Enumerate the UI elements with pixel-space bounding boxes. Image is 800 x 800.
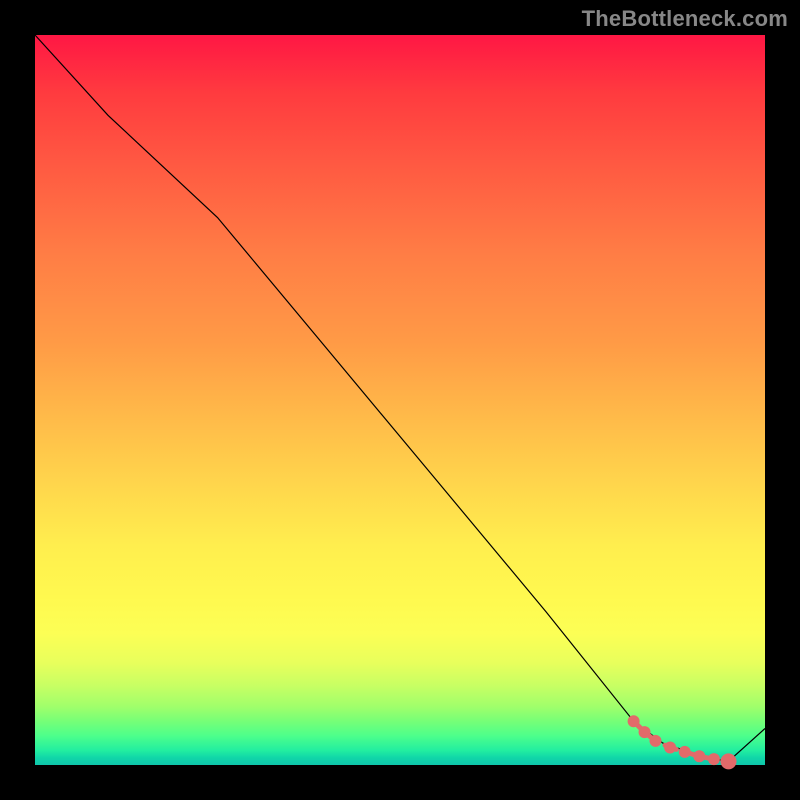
highlight-dot: [708, 753, 720, 765]
highlight-dot: [693, 750, 705, 762]
highlight-dot: [650, 735, 662, 747]
highlight-dot: [664, 741, 676, 753]
chart-overlay-svg: [35, 35, 765, 765]
primary-curve: [35, 35, 765, 761]
highlight-dot: [679, 746, 691, 758]
highlight-dot: [628, 715, 640, 727]
chart-stage: TheBottleneck.com: [0, 0, 800, 800]
highlight-dot: [639, 726, 651, 738]
highlight-dots-group: [628, 715, 735, 767]
highlight-end-dot: [721, 753, 737, 769]
watermark-text: TheBottleneck.com: [582, 6, 788, 32]
